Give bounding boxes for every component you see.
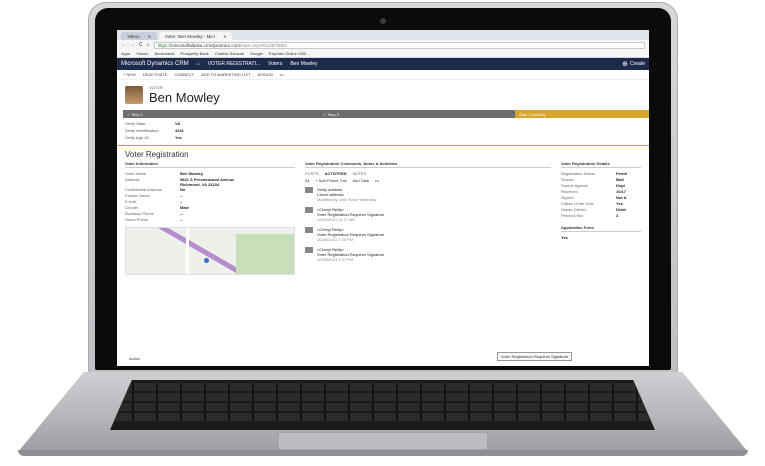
tab-yahoo[interactable]: Yahoo ✕ [121,32,158,40]
address-bar: ← → C ⌂ https://microsoftalaska.crmdynam… [117,40,649,50]
check-verify-id: Verify Identification 4321 [125,128,184,133]
check-verify-state: Verify State VA [125,121,181,126]
activity-item[interactable]: <Cheryl Reilly> Voter Registration Requir… [305,227,551,242]
back-icon[interactable]: ← [121,42,126,48]
bookmarks-bar: Apps Yahoo! Bookmarks Prosperity Bank Ch… [117,50,649,58]
plus-icon: ⊕ [622,61,628,68]
email-icon [305,247,313,253]
tab-notes[interactable]: NOTES [353,171,367,176]
bookmark-yahoo[interactable]: Yahoo! [136,51,148,56]
add-task-button[interactable]: Add Task [352,178,368,183]
deactivate-button[interactable]: DEACTIVATE [143,72,168,77]
map-pin-icon [204,258,209,263]
camera-icon [380,18,386,24]
map[interactable] [125,227,295,275]
reg-details-heading: Voter Registration Details [561,161,641,168]
section-title: Voter Registration [125,150,189,159]
more-button[interactable]: ••• [280,72,284,77]
application-form-heading: Application Form [561,225,641,232]
reload-icon[interactable]: C [139,42,143,48]
close-icon[interactable]: ✕ [223,34,226,39]
url-input[interactable]: https://microsoftalaska.crmdynamics.com /… [153,41,645,49]
bookmark-schwab[interactable]: Charles Schwab [215,51,244,56]
email-icon [305,207,313,213]
trackpad [278,432,488,450]
reg-details-section: Voter Registration Details Registration … [561,161,641,275]
stage-2[interactable]: ✓ Step 2 [319,110,515,118]
assign-button[interactable]: ASSIGN [258,72,273,77]
home-nav-icon[interactable]: ⌂ [197,61,200,67]
tab-voter[interactable]: Voter: Ben Mowley - Micr ✕ [159,32,233,40]
field-home-phone: Home Phone -- [125,217,183,222]
map-road [186,228,189,274]
map-park [236,234,294,274]
home-icon[interactable]: ⌂ [147,42,150,48]
activities-heading: Voter Registration Comments, Notes & Act… [305,161,551,168]
browser-tabs: Yahoo ✕ Voter: Ben Mowley - Micr ✕ [117,30,649,40]
bookmark-apps[interactable]: Apps [121,51,130,56]
check-verify-age: Verify Age 18 Yes [125,135,182,140]
filter-all[interactable]: All [305,178,309,183]
command-bar: + NEW DEACTIVATE CONNECT ADD TO MARKETIN… [117,70,649,80]
status-label: Active [129,356,140,361]
activities-section: Voter Registration Comments, Notes & Act… [305,161,551,275]
avatar [125,86,143,104]
tab-activities[interactable]: ACTIVITIES [325,171,347,176]
task-icon [305,187,313,193]
nav-record[interactable]: Ben Mowley [290,61,317,67]
voter-info-heading: Voter Information [125,161,295,168]
activity-item[interactable]: Verify address Check address Modified by J… [305,187,551,202]
bookmark-paychex[interactable]: Paychex Online USE... [269,51,310,56]
add-phone-call-button[interactable]: + Add Phone Call [315,178,346,183]
tooltip: Voter Registration Requires Signature [497,352,573,361]
record-name: Ben Mowley [149,90,220,105]
more-actions-button[interactable]: ••• [375,178,379,183]
new-button[interactable]: + NEW [123,72,136,77]
email-icon [305,227,313,233]
nav-area[interactable]: VOTER REGISTRATI... [208,61,260,67]
process-bar: ✓ Step 1 ✓ Step 2 Step 3 (Active) [123,110,649,118]
bookmark-folder[interactable]: Bookmarks [155,51,175,56]
tab-posts[interactable]: POSTS [305,171,319,176]
bookmark-google[interactable]: Google [250,51,263,56]
create-button[interactable]: ⊕ Create [622,60,645,68]
activity-item[interactable]: <Cheryl Reilly> Voter Registration Requir… [305,207,551,222]
screen: Yahoo ✕ Voter: Ben Mowley - Micr ✕ ← → C ⌂… [117,30,649,366]
field-address: Address 5841 S Prestonwood Avenue Richmon… [125,177,235,187]
crm-brand[interactable]: Microsoft Dynamics CRM [121,61,189,67]
laptop-foot [18,450,748,456]
connect-button[interactable]: CONNECT [174,72,194,77]
stage-checklist: Verify State VA Verify Identification 4321… [117,118,649,146]
close-icon[interactable]: ✕ [148,34,151,39]
laptop: Yahoo ✕ Voter: Ben Mowley - Micr ✕ ← → C ⌂… [0,0,765,466]
field-precinct: Precinct Nbr 3 [561,213,619,218]
add-marketing-list-button[interactable]: ADD TO MARKETING LIST [201,72,250,77]
stage-1[interactable]: ✓ Step 1 [123,110,319,118]
bookmark-prosperity[interactable]: Prosperity Bank [181,51,209,56]
crm-navbar: Microsoft Dynamics CRM ⌂ VOTER REGISTRAT… [117,58,649,70]
field-application-form: Yes [561,235,568,240]
record-header: VOTER Ben Mowley [117,80,649,110]
nav-entity[interactable]: Voters [268,61,282,67]
forward-icon[interactable]: → [130,42,135,48]
keyboard [110,380,655,430]
activity-item[interactable]: <Cheryl Reilly> Voter Registration Requir… [305,247,551,262]
voter-info-section: Voter Information Voter Name Ben Mowley A… [125,161,295,275]
stage-3[interactable]: Step 3 (Active) [515,110,649,118]
